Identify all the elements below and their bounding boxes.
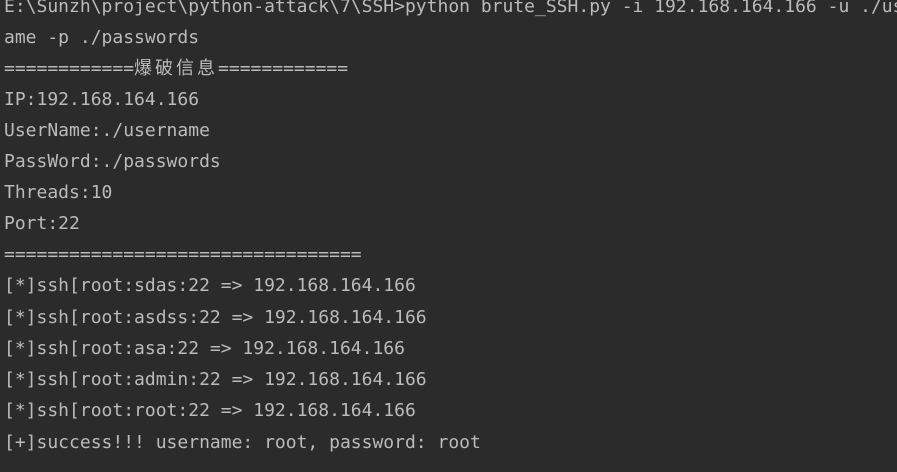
info-separator: ================================= bbox=[4, 244, 362, 265]
banner-left-rule: ============ bbox=[4, 58, 135, 79]
success-line: [+]success!!! username: root, password: … bbox=[4, 432, 481, 453]
attempt-line: [*]ssh[root:asdss:22 => 192.168.164.166 bbox=[4, 307, 427, 328]
command-line: E:\Sunzh\project\python-attack\7\SSH>pyt… bbox=[4, 0, 897, 17]
terminal-window[interactable]: E:\Sunzh\project\python-attack\7\SSH>pyt… bbox=[0, 0, 897, 472]
info-username: UserName:./username bbox=[4, 120, 210, 141]
info-ip: IP:192.168.164.166 bbox=[4, 89, 200, 110]
attempt-line: [*]ssh[root:asa:22 => 192.168.164.166 bbox=[4, 338, 405, 359]
attempt-line: [*]ssh[root:root:22 => 192.168.164.166 bbox=[4, 400, 416, 421]
info-threads: Threads:10 bbox=[4, 182, 113, 203]
info-password: PassWord:./passwords bbox=[4, 151, 221, 172]
banner-right-rule: ============ bbox=[218, 58, 349, 79]
info-banner: ============爆破信息============ bbox=[4, 53, 348, 84]
attempt-line: [*]ssh[root:admin:22 => 192.168.164.166 bbox=[4, 369, 427, 390]
attempt-line: [*]ssh[root:sdas:22 => 192.168.164.166 bbox=[4, 275, 416, 296]
command-line-wrap: ame -p ./passwords bbox=[4, 27, 200, 48]
banner-title: 爆破信息 bbox=[134, 58, 219, 79]
info-port: Port:22 bbox=[4, 213, 80, 234]
